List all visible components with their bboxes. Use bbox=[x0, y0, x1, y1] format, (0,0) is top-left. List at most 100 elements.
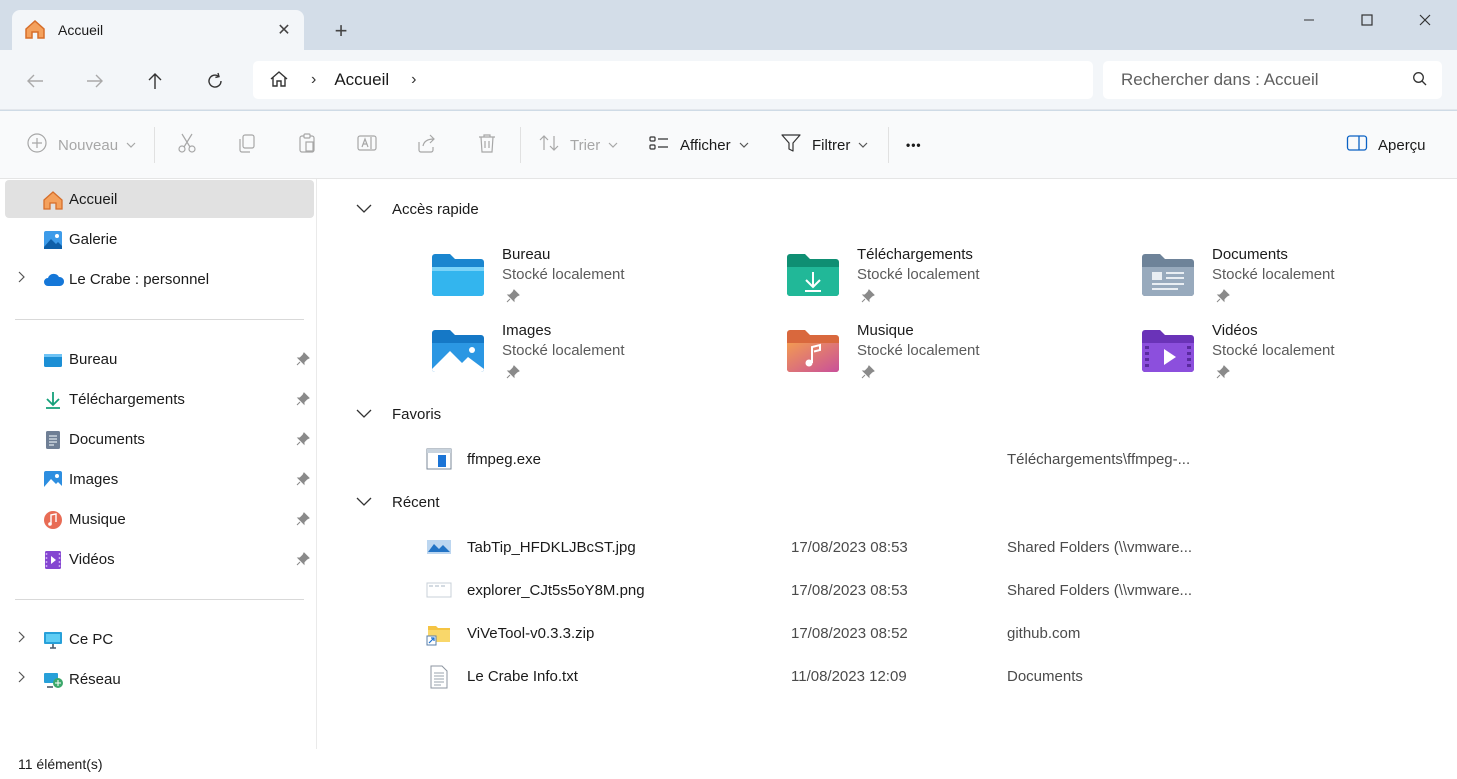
sidebar-item-telechargements[interactable]: Téléchargements bbox=[5, 380, 314, 418]
quick-access-subtitle: Stocké localement bbox=[857, 266, 980, 283]
chevron-right-icon[interactable] bbox=[17, 631, 25, 646]
cloud-icon bbox=[43, 270, 65, 290]
copy-button[interactable] bbox=[236, 131, 258, 159]
share-button[interactable] bbox=[416, 131, 438, 159]
sidebar-item-label: Réseau bbox=[69, 671, 121, 688]
copy-icon bbox=[236, 132, 258, 158]
home-icon[interactable] bbox=[269, 70, 289, 91]
paste-button[interactable] bbox=[296, 131, 318, 159]
list-item[interactable]: TabTip_HFDKLJBcST.jpg 17/08/2023 08:53 S… bbox=[426, 529, 1426, 563]
filter-icon bbox=[780, 132, 802, 158]
tab-accueil[interactable]: Accueil ✕ bbox=[12, 10, 304, 50]
search-input[interactable]: Rechercher dans : Accueil bbox=[1103, 61, 1442, 99]
list-item[interactable]: ffmpeg.exe Téléchargements\ffmpeg-... bbox=[426, 441, 1426, 475]
minimize-button[interactable] bbox=[1286, 8, 1332, 32]
sidebar-item-documents[interactable]: Documents bbox=[5, 420, 314, 458]
view-button[interactable]: Afficher bbox=[648, 131, 749, 159]
new-button[interactable]: Nouveau bbox=[26, 131, 136, 159]
chevron-down-icon bbox=[126, 140, 136, 151]
sidebar-item-label: Galerie bbox=[69, 231, 118, 248]
list-item[interactable]: Le Crabe Info.txt 11/08/2023 12:09 Docum… bbox=[426, 658, 1426, 692]
pin-icon[interactable] bbox=[861, 289, 875, 306]
close-window-button[interactable] bbox=[1402, 8, 1448, 32]
navigation-pane: Accueil Galerie Le Crabe : personnel Bur… bbox=[0, 179, 317, 749]
title-bar: Accueil ✕ + bbox=[0, 0, 1457, 50]
list-item[interactable]: explorer_CJt5s5oY8M.png 17/08/2023 08:53… bbox=[426, 572, 1426, 606]
pin-icon[interactable] bbox=[296, 552, 310, 570]
pin-icon[interactable] bbox=[1216, 289, 1230, 306]
quick-access-videos[interactable]: Vidéos Stocké localement bbox=[1140, 321, 1457, 385]
breadcrumb-separator[interactable]: › bbox=[311, 71, 316, 89]
back-button[interactable] bbox=[20, 66, 50, 96]
quick-access-telechargements[interactable]: Téléchargements Stocké localement bbox=[785, 245, 1125, 309]
quick-access-name: Documents bbox=[1212, 246, 1288, 263]
new-tab-button[interactable]: + bbox=[326, 18, 356, 46]
gallery-icon bbox=[43, 230, 63, 250]
quick-access-name: Musique bbox=[857, 322, 914, 339]
sort-button[interactable]: Trier bbox=[538, 131, 618, 159]
chevron-right-icon[interactable] bbox=[17, 271, 25, 286]
sidebar-item-musique[interactable]: Musique bbox=[5, 500, 314, 538]
pictures-icon bbox=[43, 470, 63, 490]
quick-access-name: Bureau bbox=[502, 246, 551, 263]
file-location: Documents bbox=[1007, 668, 1083, 685]
sidebar-item-images[interactable]: Images bbox=[5, 460, 314, 498]
refresh-button[interactable] bbox=[200, 66, 230, 96]
forward-button[interactable] bbox=[80, 66, 110, 96]
quick-access-musique[interactable]: Musique Stocké localement bbox=[785, 321, 1125, 385]
section-header-favorites[interactable]: Favoris bbox=[356, 406, 441, 423]
list-item[interactable]: ViVeTool-v0.3.3.zip 17/08/2023 08:52 git… bbox=[426, 615, 1426, 649]
sidebar-item-onedrive[interactable]: Le Crabe : personnel bbox=[5, 260, 314, 298]
file-date: 17/08/2023 08:53 bbox=[791, 582, 908, 599]
breadcrumb-separator[interactable]: › bbox=[411, 71, 416, 89]
address-bar[interactable]: › Accueil › bbox=[253, 61, 1093, 99]
up-button[interactable] bbox=[140, 66, 170, 96]
videos-folder-icon bbox=[1140, 327, 1196, 379]
more-options-button[interactable]: ••• bbox=[906, 131, 922, 159]
sidebar-item-accueil[interactable]: Accueil bbox=[5, 180, 314, 218]
pin-icon[interactable] bbox=[506, 365, 520, 382]
pin-icon[interactable] bbox=[296, 512, 310, 530]
pin-icon[interactable] bbox=[1216, 365, 1230, 382]
share-icon bbox=[416, 132, 438, 158]
pin-icon[interactable] bbox=[506, 289, 520, 306]
file-location: Téléchargements\ffmpeg-... bbox=[1007, 451, 1191, 468]
computer-icon bbox=[43, 630, 63, 650]
quick-access-images[interactable]: Images Stocké localement bbox=[430, 321, 770, 385]
section-title: Favoris bbox=[392, 406, 442, 423]
quick-access-documents[interactable]: Documents Stocké localement bbox=[1140, 245, 1457, 309]
quick-access-name: Téléchargements bbox=[857, 246, 973, 263]
sidebar-item-bureau[interactable]: Bureau bbox=[5, 340, 314, 378]
section-header-quick-access[interactable]: Accès rapide bbox=[356, 201, 479, 218]
quick-access-bureau[interactable]: Bureau Stocké localement bbox=[430, 245, 770, 309]
sidebar-item-reseau[interactable]: Réseau bbox=[5, 660, 314, 698]
tab-close-icon[interactable]: ✕ bbox=[274, 20, 294, 40]
pin-icon[interactable] bbox=[296, 392, 310, 410]
pin-icon[interactable] bbox=[861, 365, 875, 382]
delete-button[interactable] bbox=[476, 131, 498, 159]
pin-icon[interactable] bbox=[296, 432, 310, 450]
cut-button[interactable] bbox=[176, 131, 198, 159]
file-location: github.com bbox=[1007, 625, 1081, 642]
pin-icon[interactable] bbox=[296, 472, 310, 490]
chevron-down-icon[interactable] bbox=[356, 201, 372, 218]
network-icon bbox=[43, 670, 63, 690]
sidebar-item-ce-pc[interactable]: Ce PC bbox=[5, 620, 314, 658]
sidebar-item-videos[interactable]: Vidéos bbox=[5, 540, 314, 578]
preview-pane-button[interactable]: Aperçu bbox=[1346, 131, 1426, 159]
search-icon bbox=[1412, 71, 1428, 92]
pin-icon[interactable] bbox=[296, 352, 310, 370]
chevron-down-icon bbox=[608, 140, 618, 151]
section-header-recent[interactable]: Récent bbox=[356, 494, 440, 511]
chevron-right-icon[interactable] bbox=[17, 671, 25, 686]
sidebar-item-galerie[interactable]: Galerie bbox=[5, 220, 314, 258]
filter-button[interactable]: Filtrer bbox=[780, 131, 868, 159]
rename-button[interactable] bbox=[356, 131, 378, 159]
chevron-down-icon[interactable] bbox=[356, 494, 372, 511]
chevron-down-icon[interactable] bbox=[356, 406, 372, 423]
file-name: explorer_CJt5s5oY8M.png bbox=[467, 582, 645, 599]
home-icon bbox=[43, 190, 63, 210]
maximize-button[interactable] bbox=[1344, 8, 1390, 32]
status-bar: 11 élément(s) bbox=[0, 749, 1457, 779]
breadcrumb-accueil[interactable]: Accueil bbox=[334, 70, 389, 90]
